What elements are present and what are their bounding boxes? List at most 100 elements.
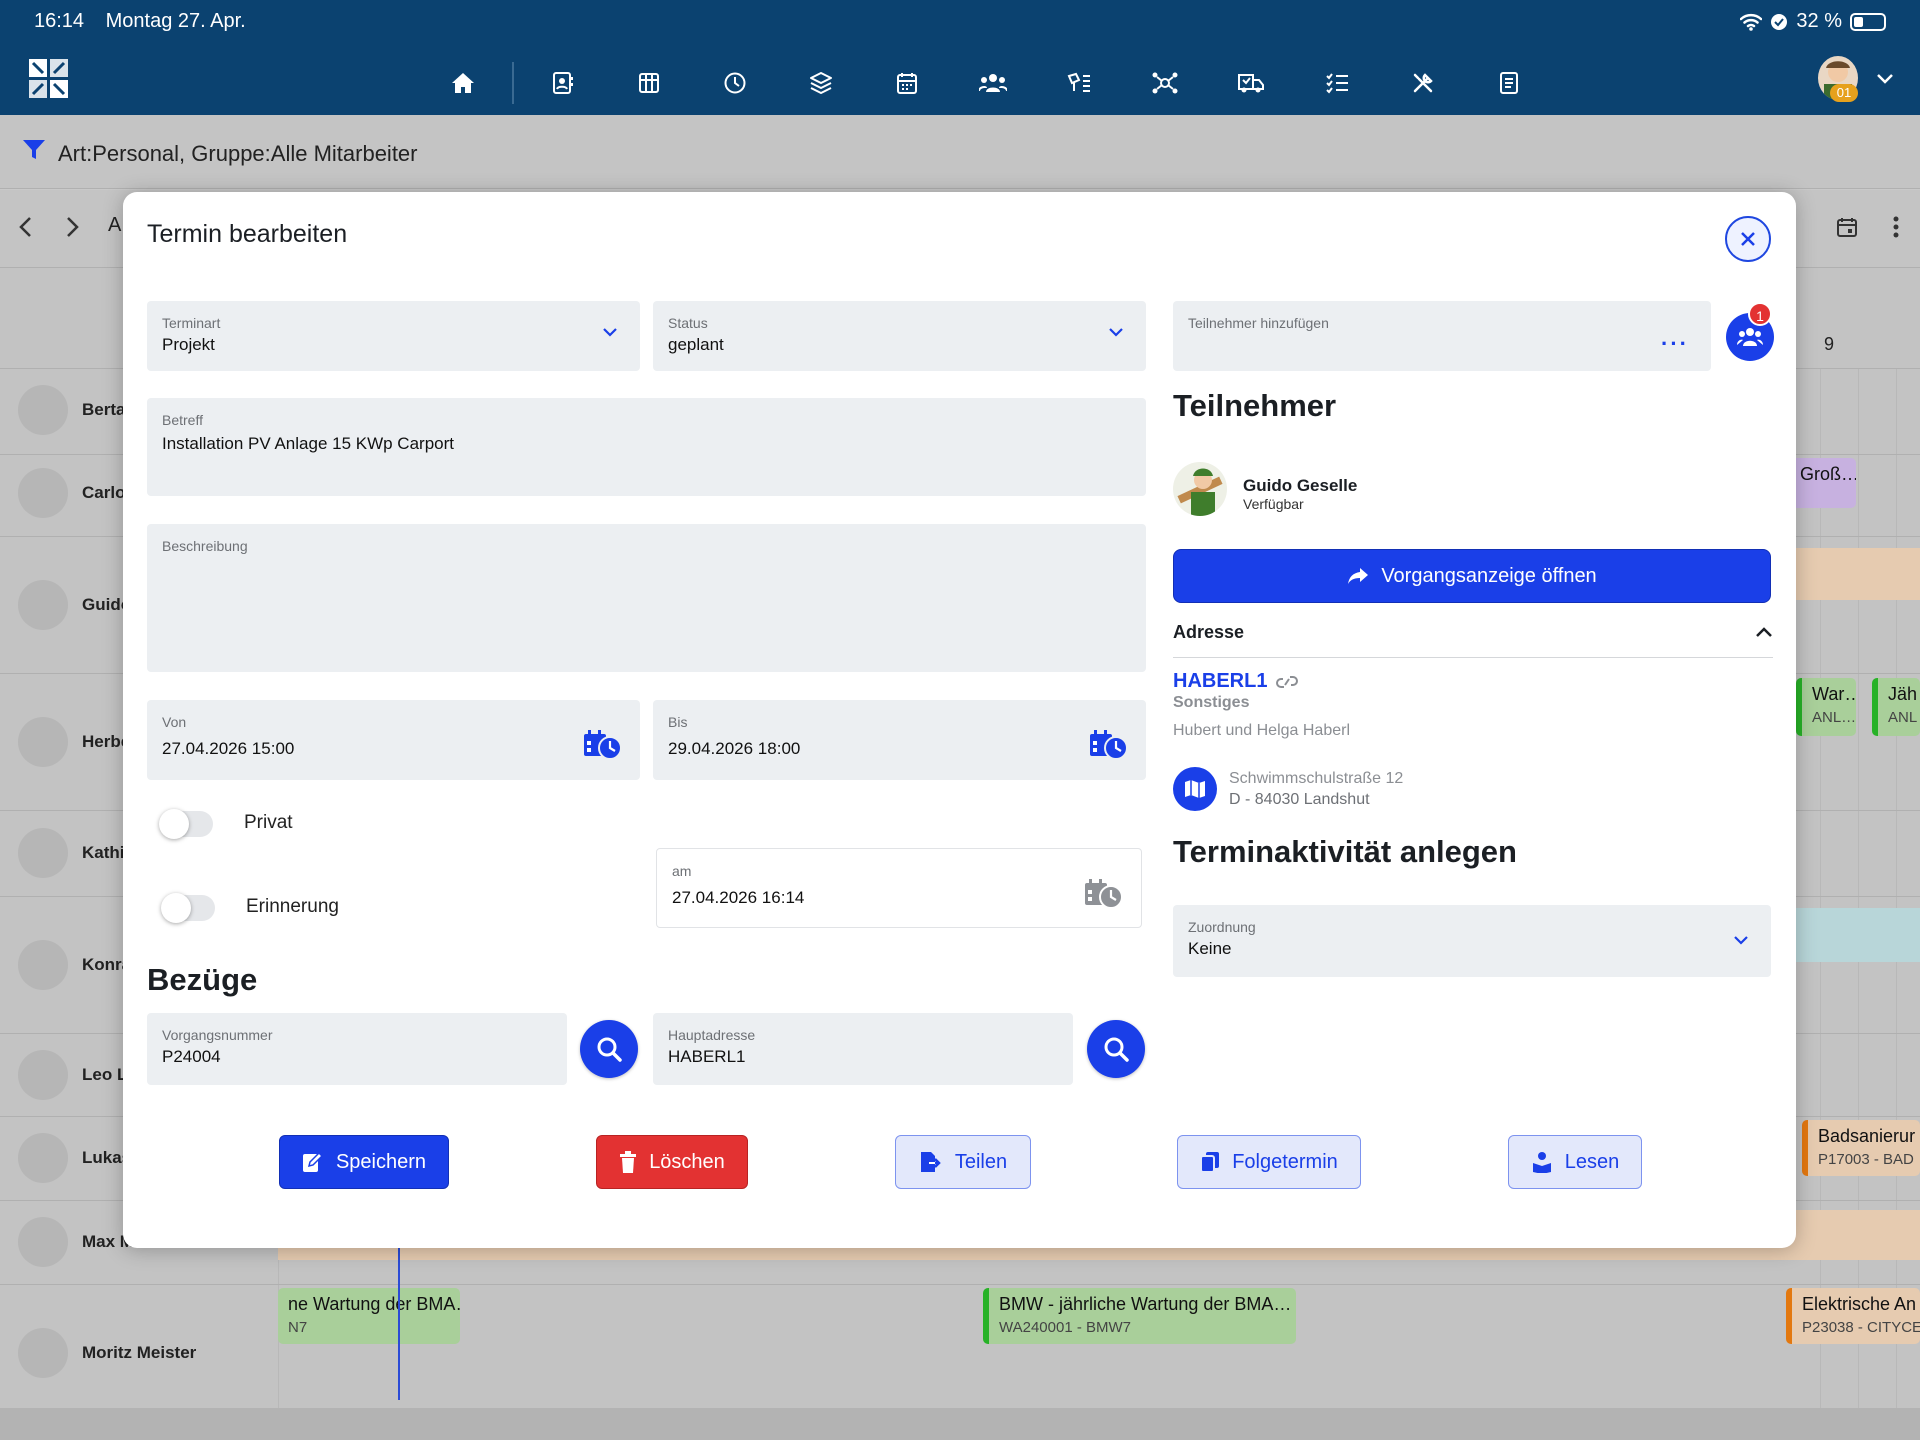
delete-label: Löschen xyxy=(649,1150,725,1173)
event-title: Groß… xyxy=(1800,464,1856,484)
planner-event[interactable]: BMW - jährliche Wartung der BMA… WA240001… xyxy=(983,1288,1296,1344)
network-icon[interactable] xyxy=(1122,65,1208,101)
person-row[interactable]: Guido xyxy=(18,580,131,630)
person-row[interactable]: Leo L xyxy=(18,1050,127,1100)
person-name: Leo L xyxy=(82,1065,128,1084)
planner-event[interactable]: Elektrische An P23038 - CITYCE xyxy=(1786,1288,1920,1344)
person-name: Moritz Meister xyxy=(82,1343,197,1362)
beschreibung-label: Beschreibung xyxy=(162,538,248,554)
avatar xyxy=(18,940,68,990)
chevron-right-icon[interactable] xyxy=(66,216,80,238)
event-subtitle: P23038 - CITYCE xyxy=(1802,1319,1920,1336)
save-button[interactable]: Speichern xyxy=(279,1135,449,1189)
betreff-label: Betreff xyxy=(162,412,203,428)
share-document-icon xyxy=(920,1152,941,1172)
search-icon xyxy=(597,1037,622,1062)
battery-icon xyxy=(1850,12,1886,31)
address-code-link[interactable]: HABERL1 xyxy=(1173,670,1299,693)
teilnehmer-heading: Teilnehmer xyxy=(1173,388,1337,423)
map-button[interactable] xyxy=(1173,767,1217,811)
planner-event[interactable]: Groß… xyxy=(1790,458,1856,508)
address-section-header[interactable]: Adresse xyxy=(1173,622,1773,658)
event-subtitle: ANL… xyxy=(1812,709,1856,726)
read-button[interactable]: Lesen xyxy=(1508,1135,1642,1189)
layers-icon[interactable] xyxy=(778,65,864,101)
von-field[interactable]: Von 27.04.2026 15:00 xyxy=(147,700,640,780)
person-row[interactable]: Herbe xyxy=(18,717,130,767)
privat-toggle[interactable] xyxy=(159,809,213,839)
save-label: Speichern xyxy=(335,1150,427,1173)
close-button[interactable] xyxy=(1725,216,1771,262)
person-row[interactable]: Berta xyxy=(18,385,125,435)
hauptadresse-field[interactable]: Hauptadresse HABERL1 xyxy=(653,1013,1073,1085)
tools-icon[interactable] xyxy=(1380,65,1466,101)
filter-bar[interactable]: Art:Personal, Gruppe:Alle Mitarbeiter xyxy=(0,115,1920,189)
dialog-title: Termin bearbeiten xyxy=(147,220,348,248)
planner-event[interactable]: Jäh ANL xyxy=(1872,678,1920,736)
tasks-list-icon[interactable] xyxy=(1036,65,1122,101)
delete-button[interactable]: Löschen xyxy=(596,1135,748,1189)
erinnerung-toggle[interactable] xyxy=(161,893,215,923)
planner-event-bar[interactable] xyxy=(1780,548,1920,600)
calendar-icon[interactable] xyxy=(1836,216,1858,238)
chevron-left-icon[interactable] xyxy=(18,216,32,238)
vehicle-icon[interactable] xyxy=(1208,65,1294,101)
open-process-button[interactable]: Vorgangsanzeige öffnen xyxy=(1173,549,1771,603)
reminder-date-field[interactable]: am 27.04.2026 16:14 xyxy=(656,848,1142,928)
betreff-field[interactable]: Betreff Installation PV Anlage 15 KWp Ca… xyxy=(147,398,1146,496)
vorgangsnummer-field[interactable]: Vorgangsnummer P24004 xyxy=(147,1013,567,1085)
more-horizontal-icon[interactable]: ··· xyxy=(1661,331,1689,357)
planner-event[interactable]: War… ANL… xyxy=(1796,678,1856,736)
home-icon[interactable] xyxy=(420,65,506,101)
planner-event[interactable]: ne Wartung der BMA… N7 xyxy=(278,1288,460,1344)
document-icon[interactable] xyxy=(1466,65,1552,101)
event-title: Badsanierur xyxy=(1818,1126,1916,1146)
kwp-logo[interactable] xyxy=(28,58,70,100)
board-icon[interactable] xyxy=(606,65,692,101)
status-select[interactable]: Status geplant xyxy=(653,301,1146,371)
person-row[interactable]: Lukas xyxy=(18,1133,131,1183)
planner-event[interactable]: Badsanierur P17003 - BAD xyxy=(1802,1120,1920,1176)
chevron-down-icon[interactable] xyxy=(1876,72,1894,90)
followup-button[interactable]: Folgetermin xyxy=(1177,1135,1361,1189)
am-value: 27.04.2026 16:14 xyxy=(672,888,805,907)
row-divider xyxy=(0,1284,1920,1285)
share-arrow-icon xyxy=(1348,568,1369,584)
calendar-icon[interactable] xyxy=(864,65,950,101)
calendar-clock-icon[interactable] xyxy=(1083,877,1123,909)
team-icon[interactable] xyxy=(950,65,1036,101)
contacts-icon[interactable] xyxy=(520,65,606,101)
person-row[interactable]: Moritz Meister xyxy=(18,1328,196,1378)
person-row[interactable]: Carlo xyxy=(18,468,125,518)
terminart-select[interactable]: Terminart Projekt xyxy=(147,301,640,371)
participant-name[interactable]: Guido Geselle xyxy=(1243,476,1357,496)
reader-icon xyxy=(1532,1152,1551,1173)
vorgang-search-button[interactable] xyxy=(580,1020,638,1078)
avatar-badge: 01 xyxy=(1830,84,1858,102)
event-subtitle: N7 xyxy=(288,1319,308,1336)
calendar-clock-icon[interactable] xyxy=(1088,728,1128,760)
vorgangsnummer-label: Vorgangsnummer xyxy=(162,1027,273,1043)
nav-divider xyxy=(512,62,514,104)
chevron-up-icon[interactable] xyxy=(1755,626,1773,638)
avatar xyxy=(18,1328,68,1378)
clock-icon[interactable] xyxy=(692,65,778,101)
more-vertical-icon[interactable] xyxy=(1892,216,1900,238)
person-row[interactable]: Konra xyxy=(18,940,131,990)
person-row[interactable]: Max M xyxy=(18,1217,134,1267)
calendar-clock-icon[interactable] xyxy=(582,728,622,760)
edit-appointment-dialog: Termin bearbeiten Terminart Projekt Stat… xyxy=(123,192,1796,1248)
planner-event-bar[interactable] xyxy=(1780,908,1920,962)
share-button[interactable]: Teilen xyxy=(895,1135,1031,1189)
read-label: Lesen xyxy=(1564,1150,1620,1173)
terminart-value: Projekt xyxy=(162,335,215,354)
teilnehmer-add-field[interactable]: Teilnehmer hinzufügen ··· xyxy=(1173,301,1711,371)
avatar xyxy=(18,1050,68,1100)
person-row[interactable]: Kathi xyxy=(18,828,125,878)
bis-field[interactable]: Bis 29.04.2026 18:00 xyxy=(653,700,1146,780)
checklist-icon[interactable] xyxy=(1294,65,1380,101)
chevron-down-icon xyxy=(1109,328,1123,337)
beschreibung-field[interactable]: Beschreibung xyxy=(147,524,1146,672)
adresse-search-button[interactable] xyxy=(1087,1020,1145,1078)
zuordnung-select[interactable]: Zuordnung Keine xyxy=(1173,905,1771,977)
